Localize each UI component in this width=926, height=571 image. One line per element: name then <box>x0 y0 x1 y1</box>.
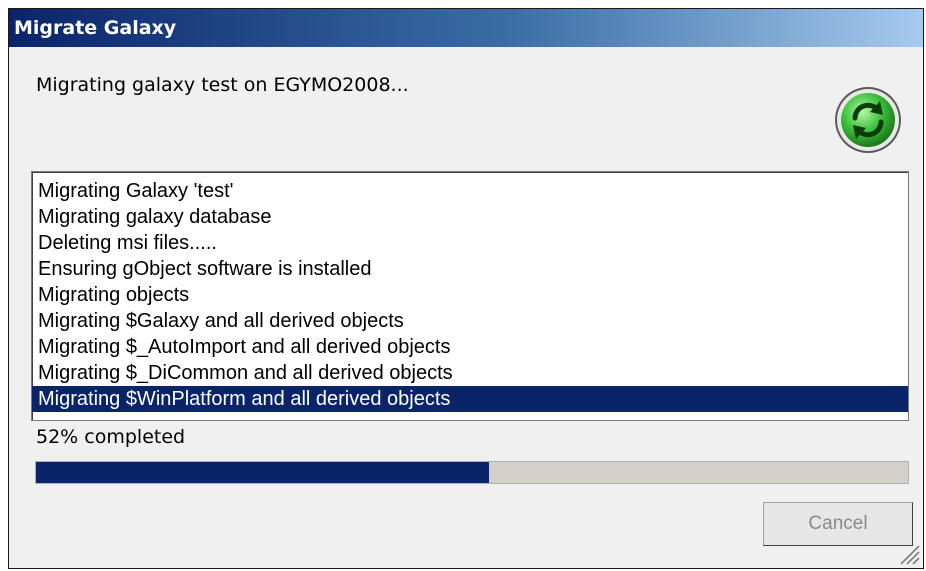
list-item-selected[interactable]: Migrating $WinPlatform and all derived o… <box>32 386 908 412</box>
list-item[interactable]: Migrating Galaxy 'test' <box>32 178 908 204</box>
progress-bar-fill <box>36 462 490 483</box>
list-item[interactable]: Ensuring gObject software is installed <box>32 256 908 282</box>
progress-label: 52% completed <box>36 426 186 448</box>
title-bar[interactable]: Migrate Galaxy <box>9 9 923 47</box>
list-item[interactable]: Migrating $Galaxy and all derived object… <box>32 308 908 334</box>
list-item[interactable]: Deleting msi files..... <box>32 230 908 256</box>
list-item[interactable]: Migrating objects <box>32 282 908 308</box>
migration-log-list[interactable]: Migrating Galaxy 'test' Migrating galaxy… <box>31 171 909 421</box>
status-message: Migrating galaxy test on EGYMO2008... <box>36 74 409 96</box>
resize-grip-icon[interactable] <box>895 540 921 566</box>
refresh-icon <box>835 87 901 153</box>
migrate-galaxy-dialog: Migrate Galaxy Migrating galaxy test on … <box>8 8 924 569</box>
list-item[interactable]: Migrating $_DiCommon and all derived obj… <box>32 360 908 386</box>
list-item[interactable]: Migrating $_AutoImport and all derived o… <box>32 334 908 360</box>
cancel-button[interactable]: Cancel <box>763 502 913 546</box>
progress-bar <box>35 461 909 484</box>
list-item[interactable]: Migrating galaxy database <box>32 204 908 230</box>
